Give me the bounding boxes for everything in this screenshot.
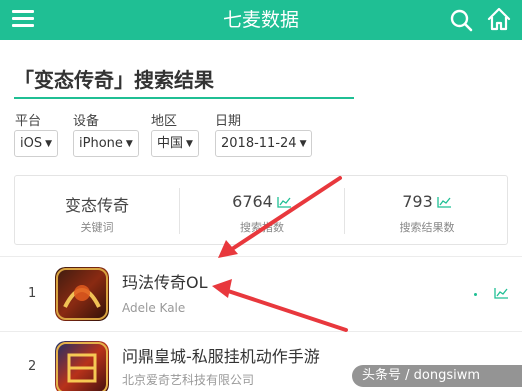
title-underline	[14, 97, 354, 99]
page-title: 「变态传奇」搜索结果	[14, 68, 214, 92]
device-select-value: iPhone	[79, 136, 123, 151]
platform-select-value: iOS	[20, 136, 43, 151]
region-select-value: 中国	[157, 136, 184, 151]
app-developer[interactable]: 北京爱奇艺科技有限公司	[122, 371, 254, 388]
stat-index: 6764	[180, 192, 344, 211]
result-row[interactable]: 1 玛法传奇OL Adele Kale	[0, 256, 522, 332]
stat-index-value: 6764	[232, 192, 273, 211]
result-rank: 2	[28, 359, 37, 374]
filter-label-device: 设备	[73, 114, 100, 129]
chevron-down-icon: ▼	[186, 139, 193, 149]
app-name[interactable]: 玛法传奇OL	[122, 269, 208, 293]
app-icon-mafa[interactable]	[55, 267, 109, 321]
stat-keyword-label: 关键词	[80, 221, 114, 234]
stat-index-label: 搜索指数	[240, 221, 284, 234]
filter-label-region: 地区	[151, 114, 178, 129]
stat-keyword-value: 变态传奇	[64, 196, 129, 215]
stat-results-value: 793	[402, 192, 433, 211]
chevron-down-icon: ▼	[45, 139, 53, 149]
main-content: 「变态传奇」搜索结果 平台 设备 地区 日期 iOS ▼ iPhone ▼ 中国 ▼ …	[0, 40, 522, 391]
trend-chart-icon[interactable]	[437, 196, 452, 208]
date-select[interactable]: 2018-11-24 ▼	[215, 130, 313, 157]
watermark: 头条号 / dongsiwm	[352, 365, 522, 387]
chevron-down-icon: ▼	[299, 139, 307, 149]
stat-results: 793	[345, 192, 509, 211]
app-icon-wending[interactable]	[55, 341, 109, 391]
filter-label-platform: 平台	[15, 114, 42, 129]
trend-chart-icon[interactable]	[494, 287, 509, 299]
home-icon[interactable]	[486, 6, 512, 32]
filter-label-date: 日期	[215, 114, 242, 129]
search-icon[interactable]	[449, 8, 473, 32]
stat-results-label: 搜索结果数	[399, 221, 455, 234]
app-name[interactable]: 问鼎皇城-私服挂机动作手游	[122, 343, 320, 367]
result-rank: 1	[28, 286, 37, 301]
trend-dot	[474, 293, 477, 296]
date-select-value: 2018-11-24	[221, 136, 297, 151]
app-developer[interactable]: Adele Kale	[122, 301, 185, 315]
trend-chart-icon[interactable]	[277, 196, 292, 208]
chevron-down-icon: ▼	[125, 139, 133, 149]
app-title: 七麦数据	[222, 9, 299, 31]
stats-panel: 变态传奇 关键词 6764 搜索指数 793 搜索结果数	[14, 175, 508, 245]
top-bar: 七麦数据	[0, 0, 522, 40]
region-select[interactable]: 中国 ▼	[151, 130, 199, 157]
device-select[interactable]: iPhone ▼	[73, 130, 139, 157]
platform-select[interactable]: iOS ▼	[14, 130, 59, 157]
